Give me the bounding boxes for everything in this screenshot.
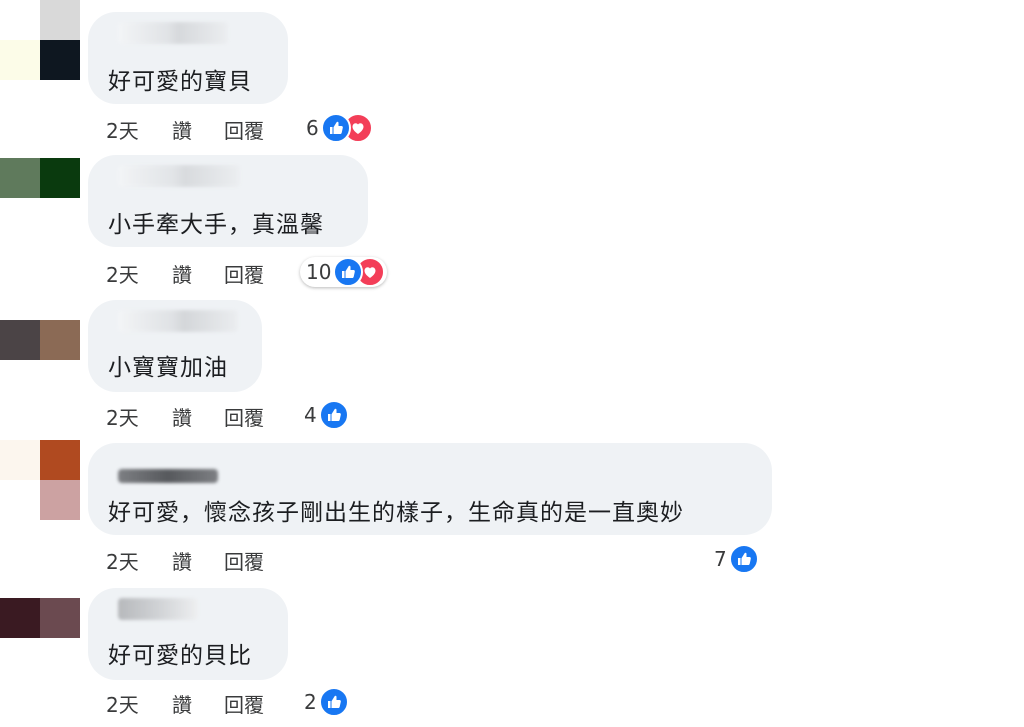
like-reaction-icon [318, 687, 349, 717]
reply-button[interactable]: 回覆 [224, 259, 264, 288]
avatar-tile [40, 480, 80, 520]
author-name-redacted[interactable] [118, 165, 240, 187]
like-reaction-icon [320, 113, 351, 143]
comment-bubble: 小寶寶加油 [88, 300, 262, 392]
reply-button[interactable]: 回覆 [224, 115, 264, 144]
comment-actions: 2天 讚 回覆 2 [106, 687, 406, 719]
avatar[interactable] [0, 440, 80, 520]
like-reaction-icon [728, 544, 759, 574]
avatar-tile [40, 440, 80, 480]
timestamp-link[interactable]: 2天 [106, 689, 139, 718]
comment-actions: 2天 讚 回覆 7 [106, 544, 786, 576]
timestamp-link[interactable]: 2天 [106, 115, 139, 144]
avatar-tile [40, 598, 80, 638]
comment-bubble: 好可愛的貝比 [88, 588, 288, 680]
comment-actions: 2天 讚 回覆 4 [106, 400, 406, 432]
avatar[interactable] [0, 598, 80, 678]
comment-text: 小寶寶加油 [108, 355, 228, 381]
timestamp-link[interactable]: 2天 [106, 546, 139, 575]
avatar-tile [0, 440, 40, 480]
like-reaction-icon [318, 400, 349, 430]
avatar-tile [0, 158, 40, 198]
avatar-tile [40, 158, 80, 198]
comment-text: 好可愛的寶貝 [108, 69, 252, 95]
comment-text: 好可愛的貝比 [108, 643, 252, 669]
avatar[interactable] [0, 0, 80, 80]
like-button[interactable]: 讚 [172, 546, 192, 575]
avatar-tile [40, 0, 80, 40]
like-button[interactable]: 讚 [172, 115, 192, 144]
comment-bubble: 好可愛的寶貝 [88, 12, 288, 104]
avatar[interactable] [0, 158, 80, 238]
comment-actions: 2天 讚 回覆 10 [106, 257, 426, 289]
author-name-redacted[interactable] [118, 310, 238, 332]
author-name-redacted[interactable] [118, 469, 218, 483]
comment-feed: 好可愛的寶貝 2天 讚 回覆 6 小手牽大手，真溫馨 2天 讚 回覆 10 小寶… [0, 0, 1024, 727]
reaction-count: 7 [714, 547, 727, 571]
reaction-count: 4 [304, 403, 317, 427]
reaction-count: 10 [306, 260, 332, 284]
timestamp-link[interactable]: 2天 [106, 402, 139, 431]
reaction-summary[interactable]: 10 [300, 257, 388, 287]
comment-text: 小手牽大手，真溫馨 [108, 212, 324, 238]
avatar-tile [0, 598, 40, 638]
like-button[interactable]: 讚 [172, 402, 192, 431]
like-button[interactable]: 讚 [172, 689, 192, 718]
reaction-summary[interactable]: 2 [300, 687, 351, 717]
avatar-tile [40, 40, 80, 80]
reaction-summary[interactable]: 4 [300, 400, 351, 430]
comment-actions: 2天 讚 回覆 6 [106, 113, 406, 145]
author-name-redacted[interactable] [118, 22, 228, 44]
reply-button[interactable]: 回覆 [224, 689, 264, 718]
reply-button[interactable]: 回覆 [224, 402, 264, 431]
avatar-tile [0, 320, 40, 360]
comment-text: 好可愛，懷念孩子剛出生的樣子，生命真的是一直奧妙 [108, 500, 684, 526]
comment-bubble: 小手牽大手，真溫馨 [88, 155, 368, 247]
like-button[interactable]: 讚 [172, 259, 192, 288]
comment-bubble: 好可愛，懷念孩子剛出生的樣子，生命真的是一直奧妙 [88, 443, 772, 535]
avatar[interactable] [0, 320, 80, 400]
reaction-count: 2 [304, 690, 317, 714]
avatar-tile [0, 40, 40, 80]
reaction-summary[interactable]: 7 [710, 544, 761, 574]
timestamp-link[interactable]: 2天 [106, 259, 139, 288]
avatar-tile [40, 320, 80, 360]
reply-button[interactable]: 回覆 [224, 546, 264, 575]
reaction-count: 6 [306, 116, 319, 140]
reaction-summary[interactable]: 6 [302, 113, 375, 143]
author-name-redacted[interactable] [118, 598, 198, 620]
